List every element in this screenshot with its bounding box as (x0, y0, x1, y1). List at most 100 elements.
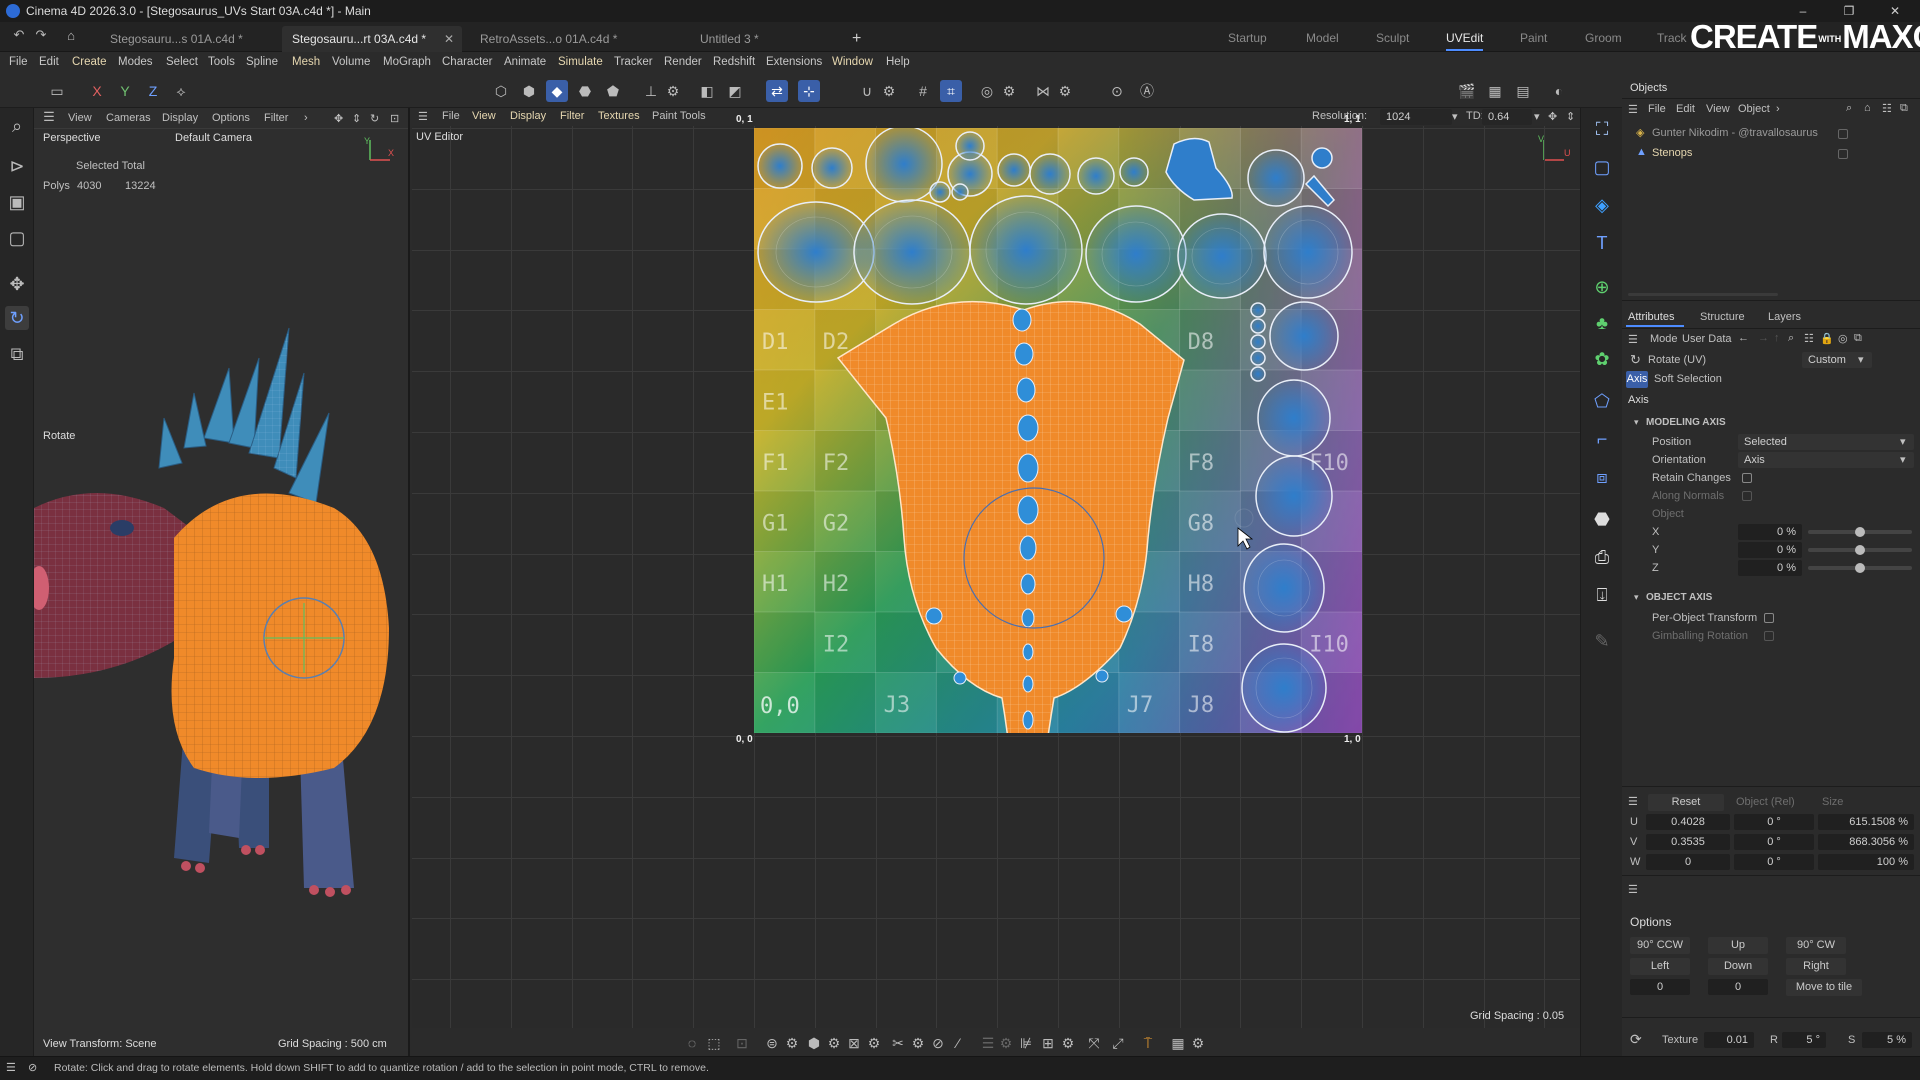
grid-snap-icon[interactable]: # (912, 80, 934, 102)
uv-polygons-mode-icon[interactable]: ⬟ (602, 80, 624, 102)
x-field[interactable]: 0 % (1738, 524, 1802, 540)
uv-cut-icon[interactable]: ✂ (888, 1033, 908, 1053)
visibility-toggle-stenops[interactable] (1838, 149, 1848, 159)
uv-zoom-icon[interactable]: ⇕ (1566, 110, 1575, 123)
uv-live-select-icon[interactable]: ◌ (682, 1033, 702, 1053)
move-to-tile-button[interactable]: Move to tile (1786, 979, 1862, 996)
menu-file[interactable]: File (9, 56, 28, 68)
move-right-button[interactable]: Right (1786, 958, 1846, 975)
back-arrow-icon[interactable]: ← (1738, 332, 1749, 344)
viewport-maximize-icon[interactable]: ⊡ (390, 112, 399, 125)
z-slider[interactable] (1808, 563, 1912, 573)
uv-menu-display[interactable]: Display (510, 110, 546, 122)
menu-window[interactable]: Window (832, 56, 873, 68)
rotate-90-cw-button[interactable]: 90° CW (1786, 937, 1846, 954)
uv-island-select-icon[interactable]: ⊹ (798, 80, 820, 102)
menu-extensions[interactable]: Extensions (766, 56, 822, 68)
uv-lasso-icon[interactable]: ⊡ (732, 1033, 752, 1053)
resolution-chevron-icon[interactable]: ▾ (1452, 110, 1458, 123)
render-settings-icon[interactable]: ▤ (1512, 80, 1534, 102)
uv-checker-icon[interactable]: ▦ (1168, 1033, 1188, 1053)
target-settings-icon[interactable]: ⚙ (998, 80, 1020, 102)
uv-transform-icon[interactable]: ⤧ (1084, 1033, 1104, 1053)
v-size-field[interactable]: 868.3056 % (1818, 834, 1914, 850)
retain-changes-checkbox[interactable] (1742, 473, 1752, 483)
layout-groom[interactable]: Groom (1585, 31, 1622, 45)
s-field[interactable]: 5 % (1862, 1032, 1912, 1048)
uv-relax-icon[interactable]: ⊜ (762, 1033, 782, 1053)
menu-modes[interactable]: Modes (118, 56, 153, 68)
redo-icon[interactable]: ↷ (30, 24, 52, 46)
menu-volume[interactable]: Volume (332, 56, 370, 68)
viewport-nav-chevron-icon[interactable]: › (304, 112, 308, 124)
uv-texture-tile[interactable]: D1D2D3D7D8E1F1F2F8F10G1G2G8H1H2H8I2I8I10… (754, 128, 1362, 733)
generator-icon[interactable]: ⊕ (1589, 274, 1615, 300)
uv-straighten-icon[interactable]: ⊯ (1016, 1033, 1036, 1053)
position-chevron-icon[interactable]: ▾ (1900, 435, 1906, 448)
viewport-menu-options[interactable]: Options (212, 112, 250, 124)
x-slider-knob[interactable] (1855, 527, 1865, 537)
attributes-new-window-icon[interactable]: ⧉ (1854, 332, 1862, 345)
uv-checker-settings-icon[interactable]: ⚙ (1188, 1033, 1208, 1053)
menu-tools[interactable]: Tools (208, 56, 235, 68)
uv-tools-menu-icon[interactable]: ☰ (1628, 883, 1638, 896)
objects-menu-chevron-icon[interactable]: › (1776, 103, 1780, 115)
objects-new-window-icon[interactable]: ⧉ (1900, 102, 1908, 115)
y-field[interactable]: 0 % (1738, 542, 1802, 558)
axis-settings-icon[interactable]: ⚙ (662, 80, 684, 102)
attributes-search-icon[interactable]: ⌕ (1788, 332, 1794, 345)
move-down-button[interactable]: Down (1708, 958, 1768, 975)
solo-settings-icon[interactable]: ◩ (724, 80, 746, 102)
uv-scale-icon[interactable]: ⤢ (1108, 1033, 1128, 1053)
x-axis-lock-icon[interactable]: X (86, 80, 108, 102)
layout-sculpt[interactable]: Sculpt (1376, 31, 1409, 45)
position-dropdown[interactable]: Selected (1738, 434, 1914, 450)
stegosaurus-mesh[interactable] (34, 208, 410, 908)
uv-stitch-icon[interactable]: ⊘ (928, 1033, 948, 1053)
magnet-icon[interactable]: ∪ (856, 80, 878, 102)
gimballing-rotation-checkbox[interactable] (1764, 631, 1774, 641)
status-menu-icon[interactable]: ☰ (6, 1061, 16, 1074)
attributes-filter-icon[interactable]: ☷ (1804, 332, 1814, 345)
uv-pan-icon[interactable]: ✥ (1548, 110, 1557, 123)
uv-pack-settings-icon[interactable]: ⚙ (824, 1033, 844, 1053)
objects-scrollbar[interactable] (1628, 293, 1778, 296)
uv-menu-icon[interactable]: ☰ (418, 110, 428, 123)
visibility-toggle-gunter[interactable] (1838, 129, 1848, 139)
workplane-icon[interactable]: ⊙ (1106, 80, 1128, 102)
tag-icon[interactable]: ⬠ (1589, 388, 1615, 414)
move-tool-icon[interactable]: ✥ (5, 272, 29, 296)
orientation-dropdown[interactable]: Axis (1738, 452, 1914, 468)
null-object-icon[interactable]: ▭ (46, 80, 68, 102)
render-picture-viewer-icon[interactable]: ▦ (1484, 80, 1506, 102)
object-item-stenops[interactable]: Stenops (1652, 147, 1692, 159)
uv-relax-settings-icon[interactable]: ⚙ (782, 1033, 802, 1053)
uv-brush-icon[interactable]: ⁄ (948, 1033, 968, 1053)
uv-menu-file[interactable]: File (442, 110, 460, 122)
menu-animate[interactable]: Animate (504, 56, 546, 68)
text-icon[interactable]: T (1589, 230, 1615, 256)
points-mode-icon[interactable]: ⬡ (490, 80, 512, 102)
uv-rect-select-icon[interactable]: ⬚ (704, 1033, 724, 1053)
modeling-axis-header[interactable]: MODELING AXIS (1646, 417, 1726, 428)
w-size-field[interactable]: 100 % (1818, 854, 1914, 870)
field-icon[interactable]: ✿ (1589, 346, 1615, 372)
attributes-lock-icon[interactable]: 🔒 (1820, 332, 1834, 345)
y-axis-lock-icon[interactable]: Y (114, 80, 136, 102)
layout-model[interactable]: Model (1306, 31, 1339, 45)
viewport-menu-filter[interactable]: Filter (264, 112, 288, 124)
objects-menu-file[interactable]: File (1648, 103, 1666, 115)
v-rotation-field[interactable]: 0 ° (1734, 834, 1814, 850)
attributes-mode-menu[interactable]: Mode (1650, 333, 1678, 345)
doc-tab-stegosaurus-01a[interactable]: Stegosauru...s 01A.c4d * (100, 26, 253, 52)
viewport-menu-display[interactable]: Display (162, 112, 198, 124)
per-object-transform-checkbox[interactable] (1764, 613, 1774, 623)
light-icon[interactable]: ⍗ (1589, 582, 1615, 608)
z-slider-knob[interactable] (1855, 563, 1865, 573)
r-field[interactable]: 5 ° (1782, 1032, 1826, 1048)
snap-icon[interactable]: ⌗ (940, 80, 962, 102)
object-axis-header[interactable]: OBJECT AXIS (1646, 592, 1712, 603)
layout-uvedit[interactable]: UVEdit (1446, 31, 1484, 51)
viewport-menu-view[interactable]: View (68, 112, 92, 124)
along-normals-checkbox[interactable] (1742, 491, 1752, 501)
